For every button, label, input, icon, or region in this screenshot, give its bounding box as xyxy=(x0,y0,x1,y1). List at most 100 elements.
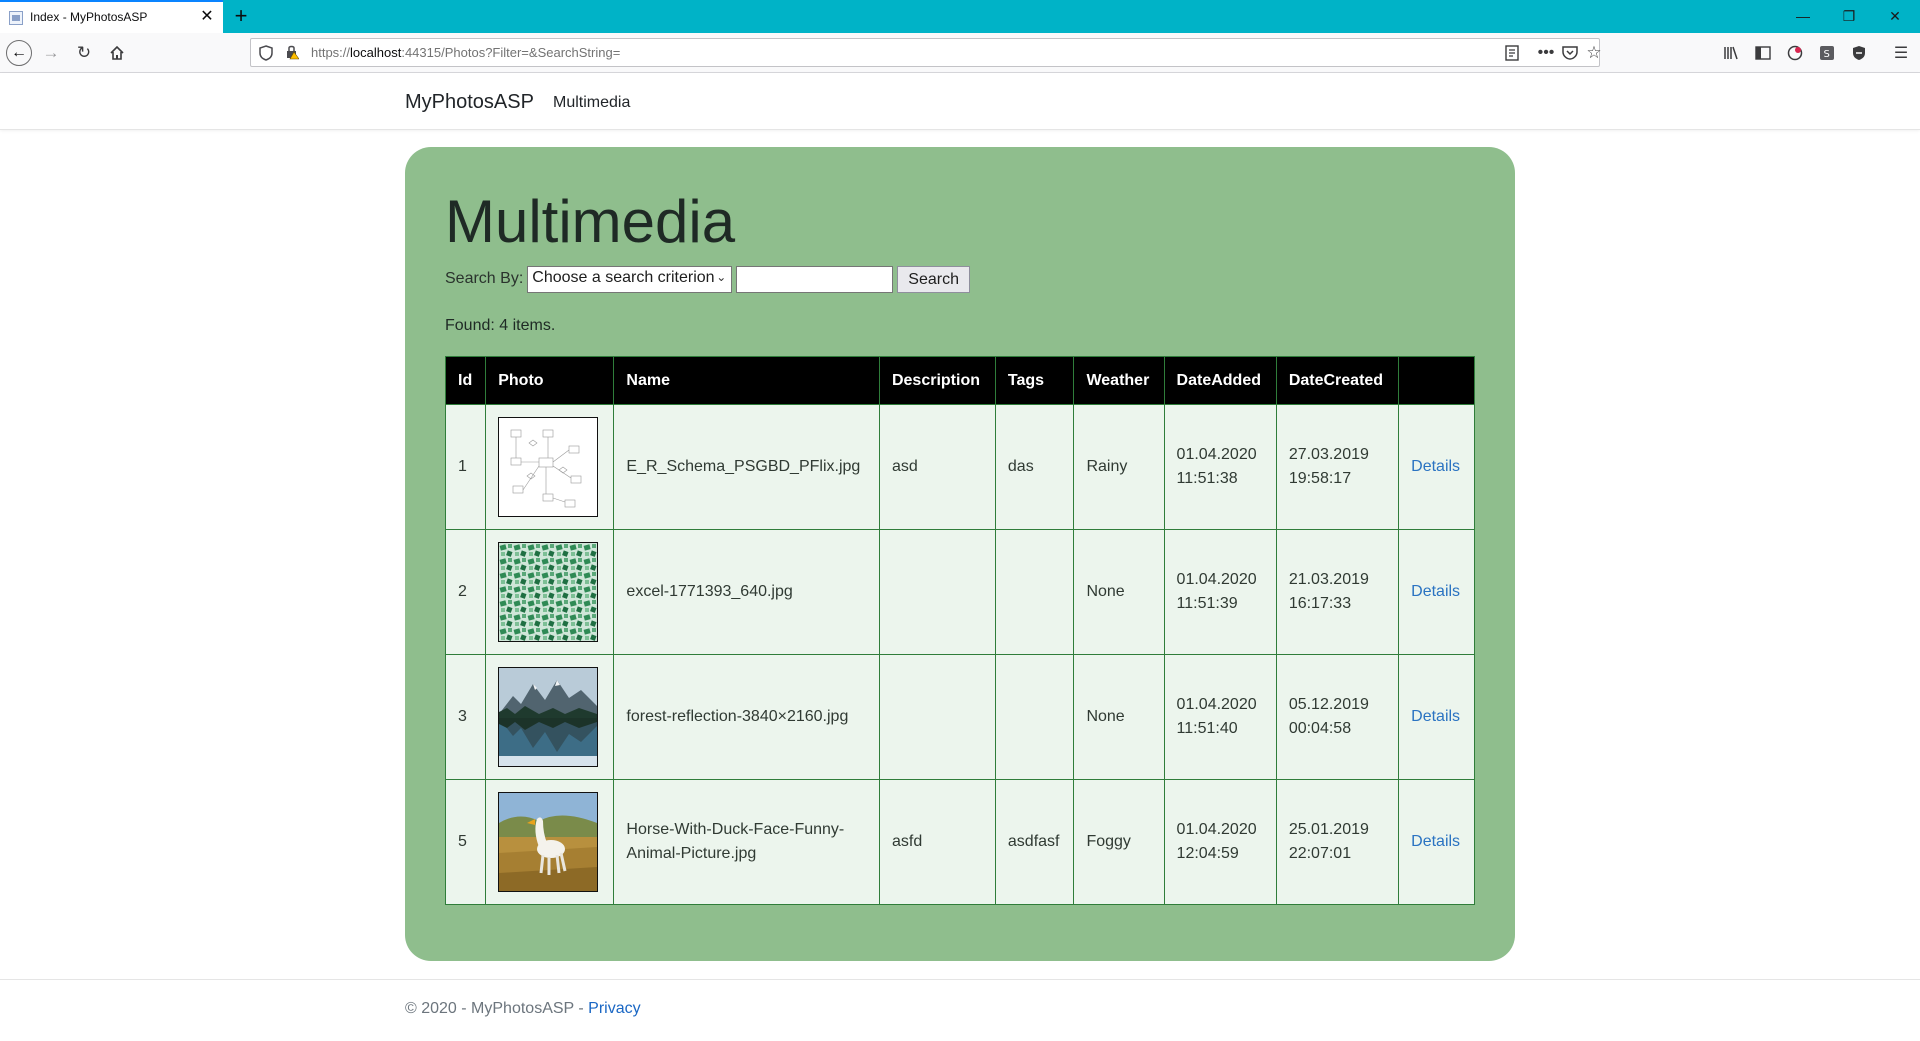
date-created-time: 16:17:33 xyxy=(1288,595,1352,612)
close-tab-icon[interactable]: ✕ xyxy=(198,7,216,27)
details-link[interactable]: Details xyxy=(1411,833,1460,850)
cell-description: asfd xyxy=(878,779,996,905)
menu-hamburger-icon[interactable]: ☰ xyxy=(1890,42,1912,64)
column-header-actions xyxy=(1398,356,1475,405)
new-tab-icon[interactable]: + xyxy=(229,4,253,28)
reload-icon[interactable]: ↻ xyxy=(71,40,97,66)
details-link[interactable]: Details xyxy=(1411,583,1460,600)
date-added-date: 01.04.2020 xyxy=(1176,696,1257,713)
copyright-text: © 2020 - MyPhotosASP - xyxy=(405,1000,589,1017)
date-added-date: 01.04.2020 xyxy=(1176,821,1257,838)
tab-title: Index - MyPhotosASP xyxy=(30,10,148,24)
cell-date-added: 01.04.2020 11:51:39 xyxy=(1163,529,1277,655)
page-actions-icon[interactable]: ••• xyxy=(1535,43,1557,63)
cell-date-created: 05.12.2019 00:04:58 xyxy=(1275,654,1400,780)
cell-weather: None xyxy=(1073,654,1165,780)
forward-arrow-icon[interactable]: → xyxy=(38,40,64,66)
details-link[interactable]: Details xyxy=(1411,458,1460,475)
search-input[interactable] xyxy=(736,265,894,293)
cell-id: 1 xyxy=(444,404,487,530)
cell-actions: Details xyxy=(1398,654,1475,780)
cell-name: excel-1771393_640.jpg xyxy=(613,529,880,655)
chevron-down-icon: ⌄ xyxy=(716,269,727,284)
url-path: :44315/Photos?Filter=&SearchString= xyxy=(401,45,621,60)
column-header-id: Id xyxy=(444,356,487,405)
address-bar[interactable]: https://localhost:44315/Photos?Filter=&S… xyxy=(250,38,1602,67)
browser-tabstrip: Index - MyPhotosASP ✕ + — ❐ ✕ xyxy=(0,0,1920,33)
table-header-row: Id Photo Name Description Tags Weather D… xyxy=(444,356,1475,405)
site-footer: © 2020 - MyPhotosASP - Privacy xyxy=(0,979,1920,1041)
search-button[interactable]: Search xyxy=(897,265,970,293)
date-created-date: 25.01.2019 xyxy=(1288,821,1369,838)
horse-duck-thumbnail[interactable] xyxy=(498,792,599,892)
name-line-1: Horse-With-Duck-Face-Funny- xyxy=(626,821,845,838)
minimize-window-icon[interactable]: — xyxy=(1780,0,1826,33)
content-panel: Multimedia Search By: Choose a search cr… xyxy=(405,147,1515,961)
cell-description: asd xyxy=(878,404,996,530)
back-button[interactable]: ← xyxy=(6,40,32,66)
column-header-tags: Tags xyxy=(994,356,1075,405)
bookmark-star-icon[interactable]: ☆ xyxy=(1583,43,1605,63)
extension-s-icon[interactable]: S xyxy=(1816,42,1838,64)
table-row: 5 Horse-With-Duck-Face-Funny- Animal-Pic… xyxy=(444,779,1475,905)
page-favicon-icon xyxy=(9,11,23,25)
date-added-date: 01.04.2020 xyxy=(1176,571,1257,588)
nav-link-multimedia[interactable]: Multimedia xyxy=(553,94,630,112)
er-schema-thumbnail[interactable] xyxy=(498,417,599,517)
privacy-link[interactable]: Privacy xyxy=(588,1000,640,1017)
close-window-icon[interactable]: ✕ xyxy=(1872,0,1918,33)
cell-name: E_R_Schema_PSGBD_PFlix.jpg xyxy=(613,404,880,530)
cell-id: 3 xyxy=(444,654,487,780)
footer-text: © 2020 - MyPhotosASP - Privacy xyxy=(405,1000,641,1018)
extension-red-icon[interactable] xyxy=(1784,42,1806,64)
cell-actions: Details xyxy=(1398,529,1475,655)
reader-view-icon[interactable] xyxy=(1501,43,1523,63)
cell-weather: Rainy xyxy=(1073,404,1165,530)
cell-date-added: 01.04.2020 11:51:40 xyxy=(1163,654,1277,780)
date-added-date: 01.04.2020 xyxy=(1176,446,1257,463)
insecure-lock-icon[interactable] xyxy=(285,44,299,60)
date-added-time: 12:04:59 xyxy=(1176,845,1239,862)
date-created-date: 27.03.2019 xyxy=(1288,446,1369,463)
search-criterion-select[interactable]: Choose a search criterion ⌄ xyxy=(527,265,733,293)
cell-actions: Details xyxy=(1398,404,1475,530)
restore-window-icon[interactable]: ❐ xyxy=(1826,0,1872,33)
select-value: Choose a search criterion xyxy=(532,268,715,286)
sidebar-icon[interactable] xyxy=(1752,42,1774,64)
found-count: Found: 4 items. xyxy=(445,317,556,334)
cell-actions: Details xyxy=(1398,779,1475,905)
url-text[interactable]: https://localhost:44315/Photos?Filter=&S… xyxy=(311,45,620,60)
forest-reflection-thumbnail[interactable] xyxy=(498,667,599,767)
table-row: 2 excel-1771393_640.jpg None 01.04.2020 … xyxy=(444,529,1475,655)
column-header-photo: Photo xyxy=(485,356,615,405)
cell-description xyxy=(878,529,996,655)
column-header-date-added: DateAdded xyxy=(1163,356,1277,405)
svg-text:S: S xyxy=(1824,49,1830,60)
column-header-date-created: DateCreated xyxy=(1275,356,1400,405)
cell-tags: asdfasf xyxy=(994,779,1075,905)
column-header-description: Description xyxy=(878,356,996,405)
excel-pattern-thumbnail[interactable] xyxy=(498,542,599,642)
library-icon[interactable] xyxy=(1720,42,1742,64)
cell-photo xyxy=(485,404,615,530)
tracking-shield-icon[interactable] xyxy=(259,45,273,61)
table-row: 3 forest-reflection-3840×2160.jpg None 0… xyxy=(444,654,1475,780)
home-icon[interactable] xyxy=(104,40,130,66)
cell-photo xyxy=(485,779,615,905)
extension-shield-icon[interactable] xyxy=(1848,42,1870,64)
cell-tags xyxy=(994,654,1075,780)
photos-table: Id Photo Name Description Tags Weather D… xyxy=(444,356,1475,905)
details-link[interactable]: Details xyxy=(1411,708,1460,725)
brand-link[interactable]: MyPhotosASP xyxy=(405,91,534,114)
cell-description xyxy=(878,654,996,780)
back-arrow-icon: ← xyxy=(6,40,32,66)
page-title: Multimedia xyxy=(445,188,736,255)
cell-photo xyxy=(485,654,615,780)
column-header-name: Name xyxy=(613,356,880,405)
browser-tab[interactable]: Index - MyPhotosASP ✕ xyxy=(0,0,223,33)
cell-date-added: 01.04.2020 11:51:38 xyxy=(1163,404,1277,530)
pocket-icon[interactable] xyxy=(1559,43,1581,63)
cell-date-created: 21.03.2019 16:17:33 xyxy=(1275,529,1400,655)
cell-date-created: 27.03.2019 19:58:17 xyxy=(1275,404,1400,530)
date-added-time: 11:51:38 xyxy=(1176,470,1238,487)
